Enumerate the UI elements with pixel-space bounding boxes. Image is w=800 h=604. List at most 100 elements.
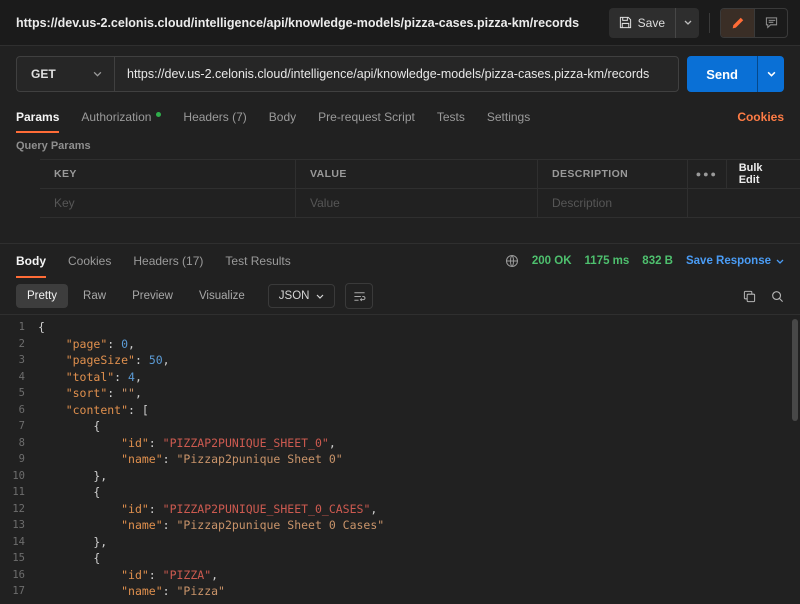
- save-split-button: Save: [609, 8, 699, 38]
- tab-body[interactable]: Body: [269, 101, 296, 133]
- chevron-down-icon: [93, 71, 102, 77]
- tab-pre-request-script-label: Pre-request Script: [318, 110, 415, 124]
- response-body-viewer[interactable]: 1{2 "page": 0,3 "pageSize": 50,4 "total"…: [0, 314, 800, 604]
- response-tab-headers[interactable]: Headers (17): [133, 244, 203, 278]
- param-row-actions: [688, 189, 800, 217]
- response-tab-test-results-label: Test Results: [225, 254, 290, 268]
- method-label: GET: [31, 67, 56, 81]
- response-tab-cookies-label: Cookies: [68, 254, 111, 268]
- tab-authorization[interactable]: Authorization: [81, 101, 161, 133]
- copy-response-button[interactable]: [743, 290, 756, 303]
- chevron-down-icon: [316, 294, 324, 299]
- param-key-input[interactable]: [54, 196, 281, 210]
- response-section: Body Cookies Headers (17) Test Results 2…: [0, 243, 800, 604]
- response-tab-body[interactable]: Body: [16, 244, 46, 278]
- request-title: https://dev.us-2.celonis.cloud/intellige…: [16, 16, 579, 30]
- code-line: 8 "id": "PIZZAP2PUNIQUE_SHEET_0",: [0, 435, 800, 452]
- code-line: 5 "sort": "",: [0, 385, 800, 402]
- view-mode-pretty[interactable]: Pretty: [16, 284, 68, 308]
- copy-icon: [743, 290, 756, 303]
- code-line: 11 {: [0, 484, 800, 501]
- cookies-link[interactable]: Cookies: [737, 110, 784, 124]
- tab-body-label: Body: [269, 110, 296, 124]
- param-value-input[interactable]: [310, 196, 523, 210]
- wrap-lines-icon: [353, 290, 366, 303]
- pencil-icon: [732, 17, 744, 29]
- comment-icon: [765, 16, 778, 29]
- save-button[interactable]: Save: [609, 8, 675, 38]
- code-line: 1{: [0, 319, 800, 336]
- view-mode-preview[interactable]: Preview: [121, 284, 184, 308]
- response-time: 1175 ms: [585, 255, 630, 267]
- search-icon: [771, 290, 784, 303]
- tab-tests-label: Tests: [437, 110, 465, 124]
- code-line: 6 "content": [: [0, 402, 800, 419]
- response-tools: [743, 290, 784, 303]
- column-description: DESCRIPTION: [538, 160, 688, 188]
- column-key: KEY: [40, 160, 296, 188]
- bulk-edit-button[interactable]: Bulk Edit: [726, 160, 800, 188]
- params-header-row: KEY VALUE DESCRIPTION ●●● Bulk Edit: [40, 160, 800, 189]
- network-globe-icon[interactable]: [505, 254, 519, 268]
- request-tabs: Params Authorization Headers (7) Body Pr…: [0, 101, 800, 133]
- code-line: 4 "total": 4,: [0, 369, 800, 386]
- save-icon: [619, 16, 632, 29]
- format-label: JSON: [279, 290, 310, 302]
- response-tab-test-results[interactable]: Test Results: [225, 244, 290, 278]
- method-select[interactable]: GET: [17, 57, 115, 91]
- topbar: https://dev.us-2.celonis.cloud/intellige…: [0, 0, 800, 46]
- url-input[interactable]: [115, 57, 678, 91]
- params-header-actions: ●●● Bulk Edit: [688, 160, 800, 188]
- query-params-table: KEY VALUE DESCRIPTION ●●● Bulk Edit: [40, 159, 800, 218]
- response-tab-headers-label: Headers (17): [133, 254, 203, 268]
- tab-authorization-label: Authorization: [81, 110, 151, 124]
- param-description-cell: [538, 189, 688, 217]
- view-mode-visualize[interactable]: Visualize: [188, 284, 256, 308]
- topbar-actions: Save: [609, 8, 788, 38]
- save-response-button[interactable]: Save Response: [686, 255, 784, 267]
- code-line: 16 "id": "PIZZA",: [0, 567, 800, 584]
- code-line: 13 "name": "Pizzap2punique Sheet 0 Cases…: [0, 517, 800, 534]
- tab-headers[interactable]: Headers (7): [183, 101, 246, 133]
- tab-tests[interactable]: Tests: [437, 101, 465, 133]
- code-line: 15 {: [0, 550, 800, 567]
- status-badge: 200 OK: [532, 255, 572, 267]
- view-mode-raw[interactable]: Raw: [72, 284, 117, 308]
- send-options-caret[interactable]: [757, 56, 784, 92]
- scrollbar[interactable]: [790, 315, 800, 604]
- response-toolbar: Pretty Raw Preview Visualize JSON: [0, 278, 800, 314]
- url-control: GET: [16, 56, 679, 92]
- code-line: 9 "name": "Pizzap2punique Sheet 0": [0, 451, 800, 468]
- chevron-down-icon: [684, 20, 692, 25]
- chevron-down-icon: [767, 71, 776, 77]
- more-options-icon[interactable]: ●●●: [688, 160, 726, 188]
- param-description-input[interactable]: [552, 196, 673, 210]
- save-options-caret[interactable]: [675, 8, 699, 38]
- tab-params[interactable]: Params: [16, 101, 59, 133]
- authorization-status-dot: [156, 112, 161, 117]
- response-tabs: Body Cookies Headers (17) Test Results 2…: [0, 244, 800, 278]
- code-line: 10 },: [0, 468, 800, 485]
- send-split-button: Send: [687, 56, 784, 92]
- scrollbar-thumb[interactable]: [792, 319, 798, 421]
- save-button-label: Save: [638, 16, 665, 30]
- response-meta: 200 OK 1175 ms 832 B Save Response: [505, 254, 784, 268]
- topbar-icon-group: [720, 8, 788, 38]
- code-line: 14 },: [0, 534, 800, 551]
- column-value: VALUE: [296, 160, 538, 188]
- wrap-lines-button[interactable]: [345, 283, 373, 309]
- query-params-label: Query Params: [0, 133, 800, 159]
- code-line: 7 {: [0, 418, 800, 435]
- tab-pre-request-script[interactable]: Pre-request Script: [318, 101, 415, 133]
- comments-button[interactable]: [754, 9, 787, 37]
- response-tab-cookies[interactable]: Cookies: [68, 244, 111, 278]
- save-response-label: Save Response: [686, 255, 771, 267]
- topbar-divider: [709, 13, 710, 33]
- params-empty-row: [40, 189, 800, 218]
- send-button[interactable]: Send: [687, 56, 757, 92]
- search-response-button[interactable]: [771, 290, 784, 303]
- edit-pencil-button[interactable]: [721, 9, 754, 37]
- tab-headers-label: Headers (7): [183, 110, 246, 124]
- tab-settings[interactable]: Settings: [487, 101, 530, 133]
- format-select[interactable]: JSON: [268, 284, 336, 308]
